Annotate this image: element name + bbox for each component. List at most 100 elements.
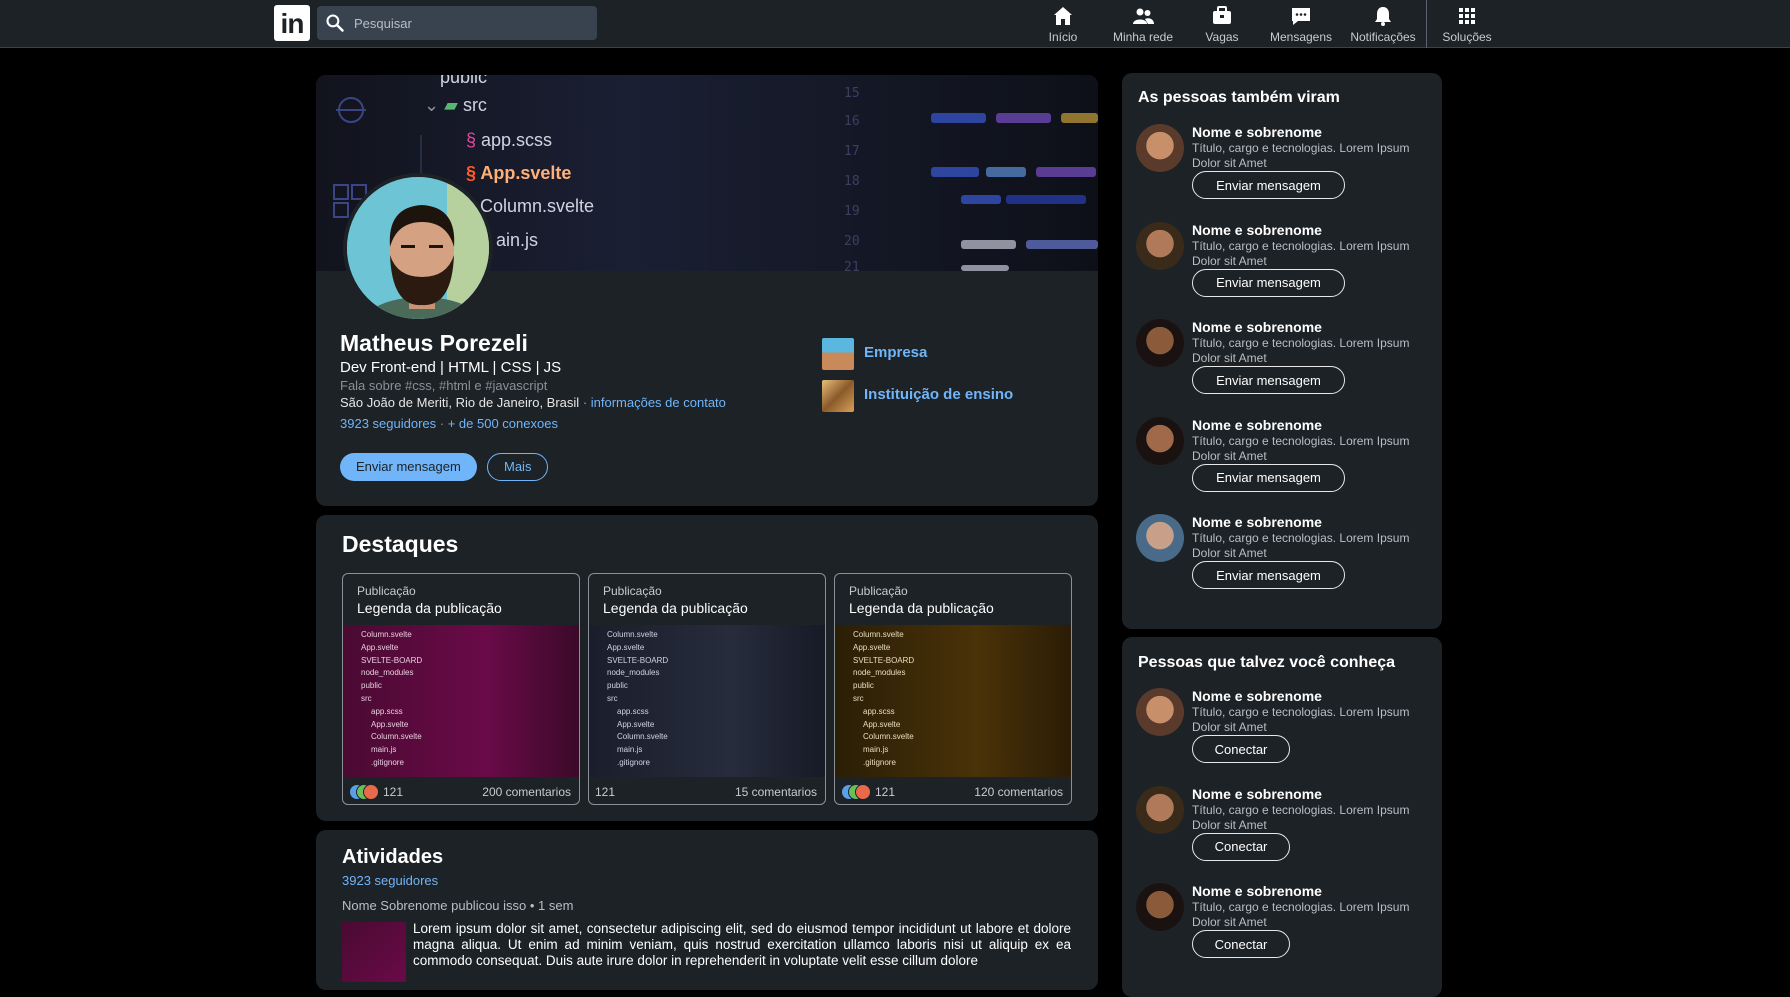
highlight-post-2[interactable]: Publicação Legenda da publicação Column.…	[588, 573, 826, 805]
person-name[interactable]: Nome e sobrenome	[1192, 688, 1322, 704]
person-name[interactable]: Nome e sobrenome	[1192, 222, 1322, 238]
reaction-count[interactable]: 121	[875, 785, 895, 799]
person-name[interactable]: Nome e sobrenome	[1192, 319, 1322, 335]
code-line: .gitignore	[617, 757, 650, 767]
person-suggestion[interactable]: Nome e sobrenome Título, cargo e tecnolog…	[1136, 416, 1416, 509]
code-line: app.scss	[617, 706, 649, 716]
profile-location-row: São João de Meriti, Rio de Janeiro, Bras…	[340, 395, 726, 410]
person-avatar[interactable]	[1136, 785, 1184, 834]
code-line: main.js	[617, 745, 643, 755]
stats-separator: ·	[439, 416, 448, 431]
person-suggestion[interactable]: Nome e sobrenome Título, cargo e tecnolog…	[1136, 221, 1416, 314]
code-line: .gitignore	[863, 757, 896, 767]
person-suggestion[interactable]: Nome e sobrenome Título, cargo e tecnolog…	[1136, 883, 1416, 975]
person-name[interactable]: Nome e sobrenome	[1192, 786, 1322, 802]
highlights-title: Destaques	[342, 531, 459, 557]
linkedin-logo[interactable]: in	[274, 5, 310, 41]
person-suggestion[interactable]: Nome e sobrenome Título, cargo e tecnolog…	[1136, 124, 1416, 216]
code-line: app.scss	[371, 706, 403, 716]
highlight-post-3[interactable]: Publicação Legenda da publicação Column.…	[834, 573, 1072, 805]
search-box[interactable]	[317, 6, 597, 40]
followers-link[interactable]: 3923 seguidores	[340, 416, 436, 431]
person-name[interactable]: Nome e sobrenome	[1192, 124, 1322, 140]
comment-count[interactable]: 200 comentarios	[482, 785, 571, 799]
send-message-button[interactable]: Enviar mensagem	[1192, 268, 1345, 297]
connect-button[interactable]: Conectar	[1192, 735, 1290, 763]
activities-title: Atividades	[342, 846, 444, 868]
profile-avatar[interactable]	[343, 173, 493, 323]
company-link[interactable]: Empresa	[864, 344, 927, 361]
person-name[interactable]: Nome e sobrenome	[1192, 417, 1322, 433]
person-avatar[interactable]	[1136, 319, 1184, 367]
code-line: Column.svelte	[371, 732, 422, 742]
person-avatar[interactable]	[1136, 416, 1184, 465]
banner-file-column-svelte: Column.svelte	[480, 196, 595, 216]
code-line: App.svelte	[617, 719, 655, 729]
connect-button[interactable]: Conectar	[1192, 930, 1290, 958]
person-suggestion[interactable]: Nome e sobrenome Título, cargo e tecnolog…	[1136, 688, 1416, 780]
nav-jobs[interactable]: Vagas	[1198, 2, 1246, 46]
search-icon	[326, 14, 344, 32]
code-line: App.svelte	[863, 719, 901, 729]
person-suggestion[interactable]: Nome e sobrenome Título, cargo e tecnolog…	[1136, 514, 1416, 606]
nav-messages[interactable]: Mensagens	[1268, 2, 1334, 46]
banner-file-app-svelte: § App.svelte	[466, 163, 572, 183]
post-image[interactable]: Column.svelte App.svelte SVELTE-BOARD node_…	[835, 625, 1071, 777]
send-message-button[interactable]: Enviar mensagem	[340, 453, 477, 481]
post-caption: Legenda da publicação	[849, 600, 994, 616]
send-message-button[interactable]: Enviar mensagem	[1192, 463, 1345, 492]
activity-text[interactable]: Lorem ipsum dolor sit amet, consectetur …	[413, 921, 1071, 969]
banner-file-public: public	[440, 75, 488, 87]
grid-icon	[1459, 8, 1475, 24]
nav-network-label: Minha rede	[1112, 30, 1174, 44]
nav-home[interactable]: Início	[1040, 2, 1086, 46]
home-icon	[1054, 7, 1072, 25]
person-avatar[interactable]	[1136, 514, 1184, 562]
nav-jobs-label: Vagas	[1205, 30, 1239, 44]
school-link[interactable]: Instituição de ensino	[864, 386, 1013, 403]
post-caption: Legenda da publicação	[603, 600, 748, 616]
code-line: SVELTE-BOARD	[853, 655, 915, 665]
person-avatar[interactable]	[1136, 883, 1184, 931]
nav-messages-label: Mensagens	[1269, 30, 1333, 44]
person-avatar[interactable]	[1136, 688, 1184, 736]
person-description: Título, cargo e tecnologias. Lorem Ipsum…	[1192, 900, 1410, 929]
nav-notifications[interactable]: Notificações	[1346, 2, 1420, 46]
more-button[interactable]: Mais	[487, 453, 549, 481]
send-message-button[interactable]: Enviar mensagem	[1192, 366, 1345, 394]
reaction-count[interactable]: 121	[383, 785, 403, 799]
person-suggestion[interactable]: Nome e sobrenome Título, cargo e tecnolog…	[1136, 319, 1416, 411]
code-line: .gitignore	[371, 757, 404, 767]
highlight-post-1[interactable]: Publicação Legenda da publicação Column.…	[342, 573, 580, 805]
contact-info-link[interactable]: · informações de contato	[583, 395, 726, 410]
activities-card: Atividades 3923 seguidores Nome Sobrenom…	[316, 830, 1098, 990]
post-image[interactable]: Column.svelte App.svelte SVELTE-BOARD node_…	[343, 625, 579, 777]
nav-network[interactable]: Minha rede	[1110, 2, 1176, 46]
profile-name: Matheus Porezeli	[340, 330, 528, 356]
highlights-card: Destaques Publicação Legenda da publicaç…	[316, 515, 1098, 821]
svg-text:20: 20	[844, 234, 860, 249]
comment-count[interactable]: 15 comentarios	[735, 785, 817, 799]
search-input[interactable]	[354, 12, 584, 34]
person-suggestion[interactable]: Nome e sobrenome Título, cargo e tecnolog…	[1136, 785, 1416, 878]
nav-solutions[interactable]: Soluções	[1440, 2, 1494, 46]
top-navigation-bar: in Início Minha rede Vagas Mensagens Not…	[0, 0, 1790, 48]
person-name[interactable]: Nome e sobrenome	[1192, 514, 1322, 530]
nav-solutions-label: Soluções	[1442, 30, 1492, 44]
code-line: src	[853, 693, 864, 703]
code-line: node_modules	[361, 668, 414, 678]
post-image[interactable]: Column.svelte App.svelte SVELTE-BOARD node_…	[589, 625, 825, 777]
profile-location: São João de Meriti, Rio de Janeiro, Bras…	[340, 395, 580, 410]
activity-thumbnail[interactable]	[342, 922, 406, 982]
send-message-button[interactable]: Enviar mensagem	[1192, 171, 1345, 199]
send-message-button[interactable]: Enviar mensagem	[1192, 561, 1345, 589]
comment-count[interactable]: 120 comentarios	[974, 785, 1063, 799]
person-avatar[interactable]	[1136, 221, 1184, 270]
person-avatar[interactable]	[1136, 124, 1184, 172]
activities-followers-link[interactable]: 3923 seguidores	[342, 873, 438, 888]
connect-button[interactable]: Conectar	[1192, 832, 1290, 861]
connections-link[interactable]: + de 500 conexoes	[448, 416, 558, 431]
reaction-count[interactable]: 121	[595, 785, 615, 799]
code-line: main.js	[371, 745, 397, 755]
person-name[interactable]: Nome e sobrenome	[1192, 883, 1322, 899]
